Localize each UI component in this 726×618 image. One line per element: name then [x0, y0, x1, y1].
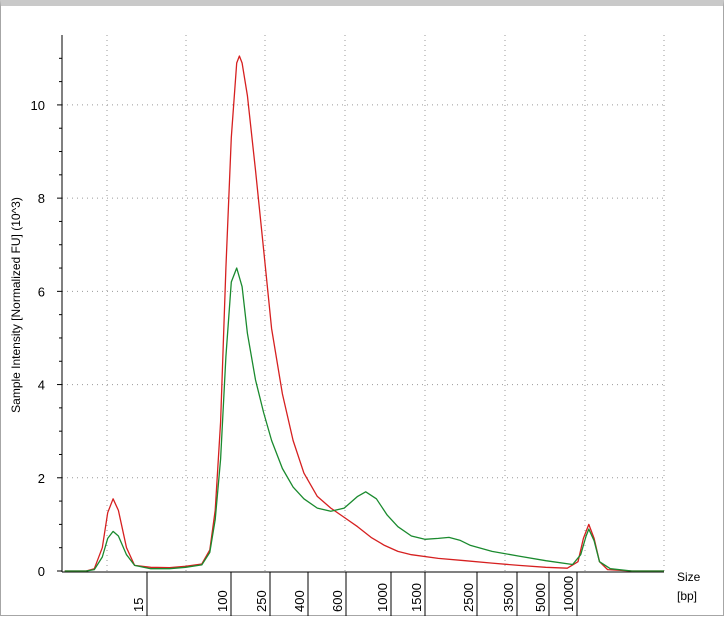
x-tick-label: 5000: [533, 583, 548, 612]
y-axis-title: Sample Intensity [Normalized FU] (10^3): [9, 197, 23, 413]
series-line-1: [64, 55, 664, 572]
y-tick-label: 0: [38, 564, 45, 579]
x-tick-label: 250: [254, 590, 269, 612]
series-lines: [64, 55, 664, 572]
x-axis-unit: [bp]: [677, 589, 697, 603]
x-axis-title: Size: [677, 570, 701, 584]
x-tick-label: 3500: [501, 583, 516, 612]
x-tick-label: 1500: [409, 583, 424, 612]
y-tick-label: 8: [38, 191, 45, 206]
x-tick-label: 2500: [461, 583, 476, 612]
y-tick-label: 2: [38, 471, 45, 486]
grid: [62, 35, 665, 571]
y-tick-label: 4: [38, 378, 45, 393]
x-tick-label: 600: [330, 590, 345, 612]
electropherogram-chart: 0 2 4 6 8 10 15 100 250 400 600 1000 1500 2500 3500 50…: [9, 35, 701, 616]
y-axis-ticks: 0 2 4 6 8 10: [31, 57, 62, 579]
y-tick-label: 10: [31, 98, 45, 113]
x-tick-label: 400: [292, 590, 307, 612]
y-tick-label: 6: [38, 284, 45, 299]
x-tick-label: 10000: [561, 576, 576, 612]
axes: [61, 35, 664, 573]
x-tick-label: 15: [131, 598, 146, 612]
series-line-2: [64, 267, 664, 572]
x-tick-label: 1000: [375, 583, 390, 612]
x-tick-label: 100: [215, 590, 230, 612]
x-axis-ticks: 15 100 250 400 600 1000 1500 2500 3500 5000 10000: [131, 572, 578, 616]
